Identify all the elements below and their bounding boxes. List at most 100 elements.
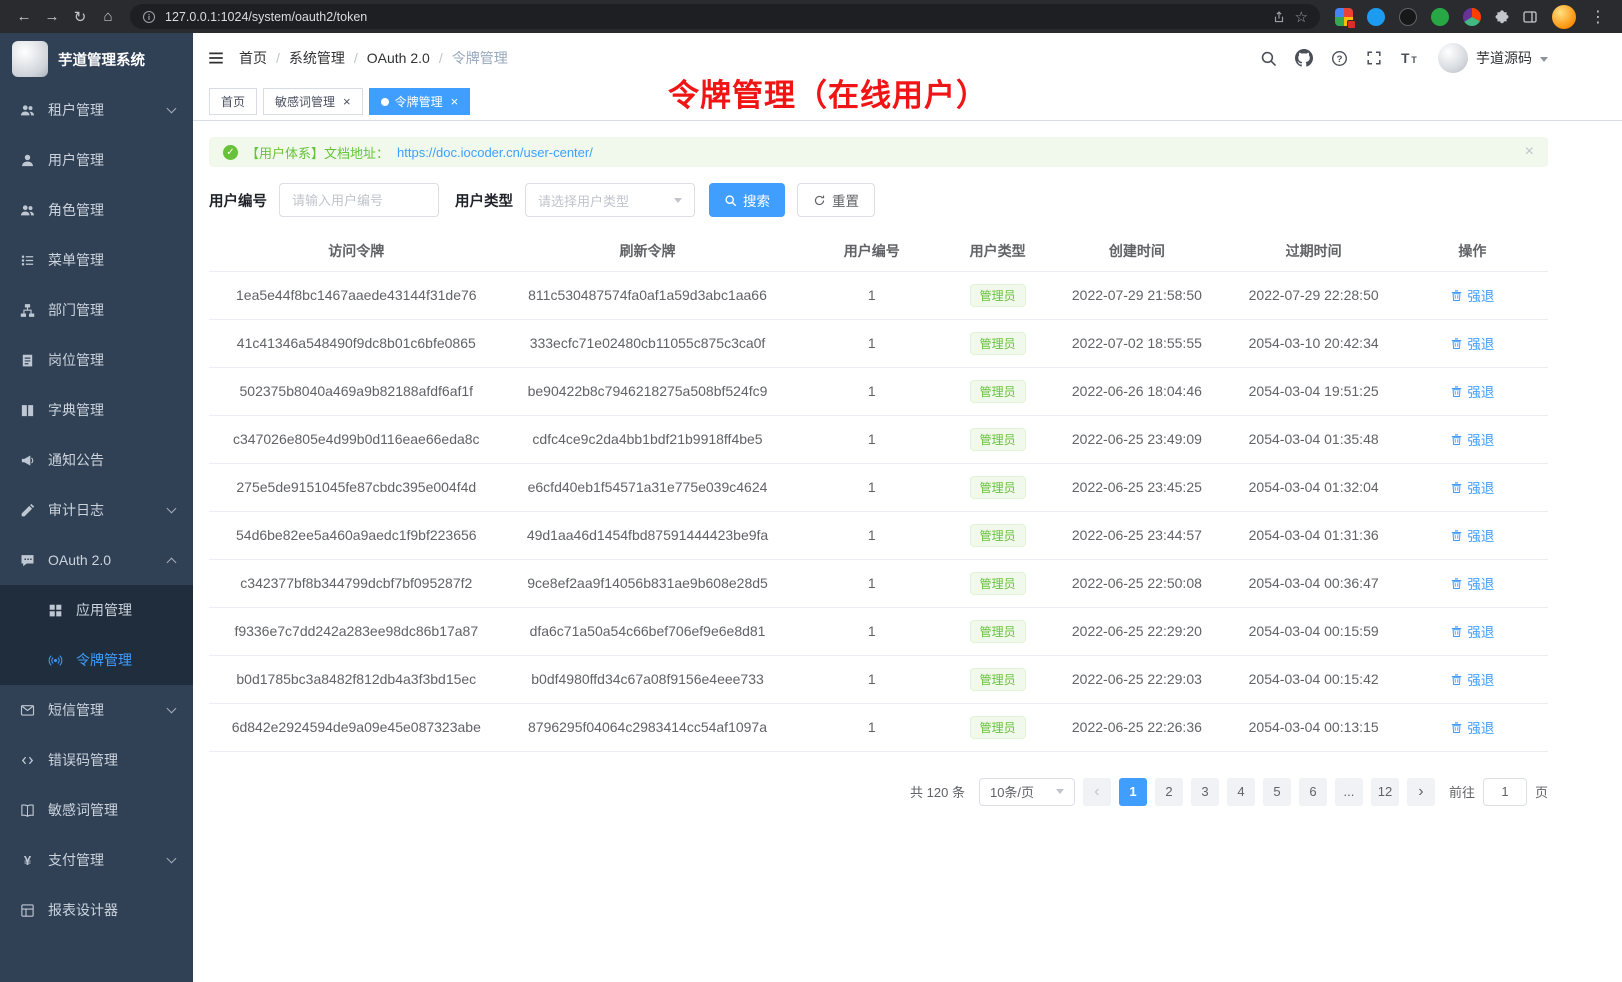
refresh-token-cell: be90422b8c7946218275a508bf524fc9 [504, 367, 792, 415]
sidebar-item-短信管理[interactable]: 短信管理 [0, 685, 193, 735]
search-icon[interactable] [1260, 50, 1277, 67]
force-logout-button[interactable]: 强退 [1450, 573, 1494, 593]
home-icon[interactable]: ⌂ [94, 3, 122, 31]
sidebar-item-令牌管理[interactable]: 令牌管理 [0, 635, 193, 685]
page-button-12[interactable]: 12 [1371, 778, 1399, 806]
force-logout-button[interactable]: 强退 [1450, 669, 1494, 689]
site-info-icon[interactable] [142, 10, 156, 24]
expire-time-cell: 2054-03-04 00:15:59 [1231, 607, 1397, 655]
sidebar-item-应用管理[interactable]: 应用管理 [0, 585, 193, 635]
tab-令牌管理[interactable]: 令牌管理× [369, 88, 471, 115]
access-token-cell: c342377bf8b344799dcbf7bf095287f2 [209, 559, 504, 607]
sidebar-item-字典管理[interactable]: 字典管理 [0, 385, 193, 435]
extension-icon-2[interactable] [1367, 8, 1385, 26]
force-logout-button[interactable]: 强退 [1450, 525, 1494, 545]
more-pages-button[interactable]: ... [1335, 778, 1363, 806]
sidebar-item-租户管理[interactable]: 租户管理 [0, 85, 193, 135]
main-area: 首页/系统管理/OAuth 2.0/令牌管理 ? TT [193, 33, 1622, 982]
back-icon[interactable]: ← [10, 3, 38, 31]
user-id-cell: 1 [791, 703, 952, 751]
filter-bar: 用户编号 用户类型 请选择用户类型 搜索 重置 [209, 183, 1548, 217]
access-token-cell: f9336e7c7dd242a283ee98dc86b17a87 [209, 607, 504, 655]
forward-icon[interactable]: → [38, 3, 66, 31]
sidebar-item-label: 字典管理 [48, 400, 104, 420]
sidebar-item-OAuth 2.0[interactable]: OAuth 2.0 [0, 535, 193, 585]
force-logout-button[interactable]: 强退 [1450, 429, 1494, 449]
page-button-6[interactable]: 6 [1299, 778, 1327, 806]
breadcrumb-item[interactable]: 首页 [239, 48, 267, 68]
goto-page-input[interactable] [1483, 778, 1527, 806]
browser-profile-avatar[interactable] [1552, 5, 1576, 29]
user-id-input[interactable] [279, 183, 439, 217]
user-id-cell: 1 [791, 655, 952, 703]
reset-button[interactable]: 重置 [797, 183, 875, 217]
page-button-3[interactable]: 3 [1191, 778, 1219, 806]
tab-首页[interactable]: 首页 [209, 88, 257, 115]
page-size-select[interactable]: 10条/页 [979, 778, 1075, 806]
chevron-down-icon [167, 854, 177, 864]
browser-menu-icon[interactable]: ⋮ [1584, 7, 1612, 27]
post-icon [18, 353, 36, 368]
hamburger-icon[interactable] [207, 49, 225, 67]
user-type-tag: 管理员 [970, 572, 1026, 595]
breadcrumb-item[interactable]: OAuth 2.0 [367, 50, 430, 66]
page-button-2[interactable]: 2 [1155, 778, 1183, 806]
force-logout-button[interactable]: 强退 [1450, 285, 1494, 305]
extension-icon-4[interactable] [1431, 8, 1449, 26]
submenu: 应用管理令牌管理 [0, 585, 193, 685]
page-button-5[interactable]: 5 [1263, 778, 1291, 806]
close-icon[interactable]: × [343, 95, 351, 108]
sidebar-item-部门管理[interactable]: 部门管理 [0, 285, 193, 335]
extension-icon-1[interactable] [1335, 8, 1353, 26]
reload-icon[interactable]: ↻ [66, 3, 94, 31]
bookmark-star-icon[interactable]: ☆ [1295, 8, 1308, 26]
github-icon[interactable] [1295, 49, 1313, 67]
prev-page-button[interactable]: ‹ [1083, 778, 1111, 806]
log-icon [18, 503, 36, 518]
user-menu[interactable]: 芋道源码 [1438, 43, 1548, 73]
fontsize-icon[interactable]: TT [1400, 49, 1418, 67]
force-logout-button[interactable]: 强退 [1450, 477, 1494, 497]
refresh-token-cell: e6cfd40eb1f54571a31e775e039c4624 [504, 463, 792, 511]
sidebar-item-报表设计器[interactable]: 报表设计器 [0, 885, 193, 935]
sidebar-item-支付管理[interactable]: ¥支付管理 [0, 835, 193, 885]
close-icon[interactable]: × [451, 95, 459, 108]
next-page-button[interactable]: › [1407, 778, 1435, 806]
page-button-4[interactable]: 4 [1227, 778, 1255, 806]
close-icon[interactable]: × [1525, 143, 1534, 161]
force-logout-button[interactable]: 强退 [1450, 621, 1494, 641]
url-bar[interactable]: 127.0.0.1:1024/system/oauth2/token ☆ [130, 4, 1320, 29]
refresh-token-cell: b0df4980ffd34c67a08f9156e4eee733 [504, 655, 792, 703]
sidebar-item-菜单管理[interactable]: 菜单管理 [0, 235, 193, 285]
force-logout-button[interactable]: 强退 [1450, 717, 1494, 737]
side-panel-icon[interactable] [1516, 3, 1544, 31]
extensions-puzzle-icon[interactable] [1488, 3, 1516, 31]
share-icon[interactable] [1272, 10, 1286, 24]
force-logout-button[interactable]: 强退 [1450, 333, 1494, 353]
fullscreen-icon[interactable] [1366, 50, 1382, 66]
tab-敏感词管理[interactable]: 敏感词管理× [263, 88, 363, 115]
trash-icon [1450, 529, 1463, 542]
breadcrumb-item[interactable]: 系统管理 [289, 48, 345, 68]
sidebar-item-敏感词管理[interactable]: 敏感词管理 [0, 785, 193, 835]
extension-icon-3[interactable] [1399, 8, 1417, 26]
sidebar-item-角色管理[interactable]: 角色管理 [0, 185, 193, 235]
sidebar-item-岗位管理[interactable]: 岗位管理 [0, 335, 193, 385]
table-row: 41c41346a548490f9dc8b01c6bfe0865333ecfc7… [209, 319, 1548, 367]
extension-icon-5[interactable] [1463, 8, 1481, 26]
action-label: 强退 [1467, 285, 1494, 305]
force-logout-button[interactable]: 强退 [1450, 381, 1494, 401]
doc-link[interactable]: https://doc.iocoder.cn/user-center/ [397, 145, 593, 160]
sidebar-item-审计日志[interactable]: 审计日志 [0, 485, 193, 535]
help-icon[interactable]: ? [1331, 50, 1348, 67]
search-button[interactable]: 搜索 [709, 183, 785, 217]
app-logo[interactable]: 芋道管理系统 [0, 33, 193, 85]
page-button-1[interactable]: 1 [1119, 778, 1147, 806]
user-type-select[interactable]: 请选择用户类型 [525, 183, 695, 217]
svg-text:T: T [1411, 55, 1417, 65]
sidebar-item-用户管理[interactable]: 用户管理 [0, 135, 193, 185]
sidebar-item-label: OAuth 2.0 [48, 552, 111, 568]
sidebar-item-通知公告[interactable]: 通知公告 [0, 435, 193, 485]
sidebar-item-错误码管理[interactable]: 错误码管理 [0, 735, 193, 785]
refresh-token-cell: 49d1aa46d1454fbd87591444423be9fa [504, 511, 792, 559]
